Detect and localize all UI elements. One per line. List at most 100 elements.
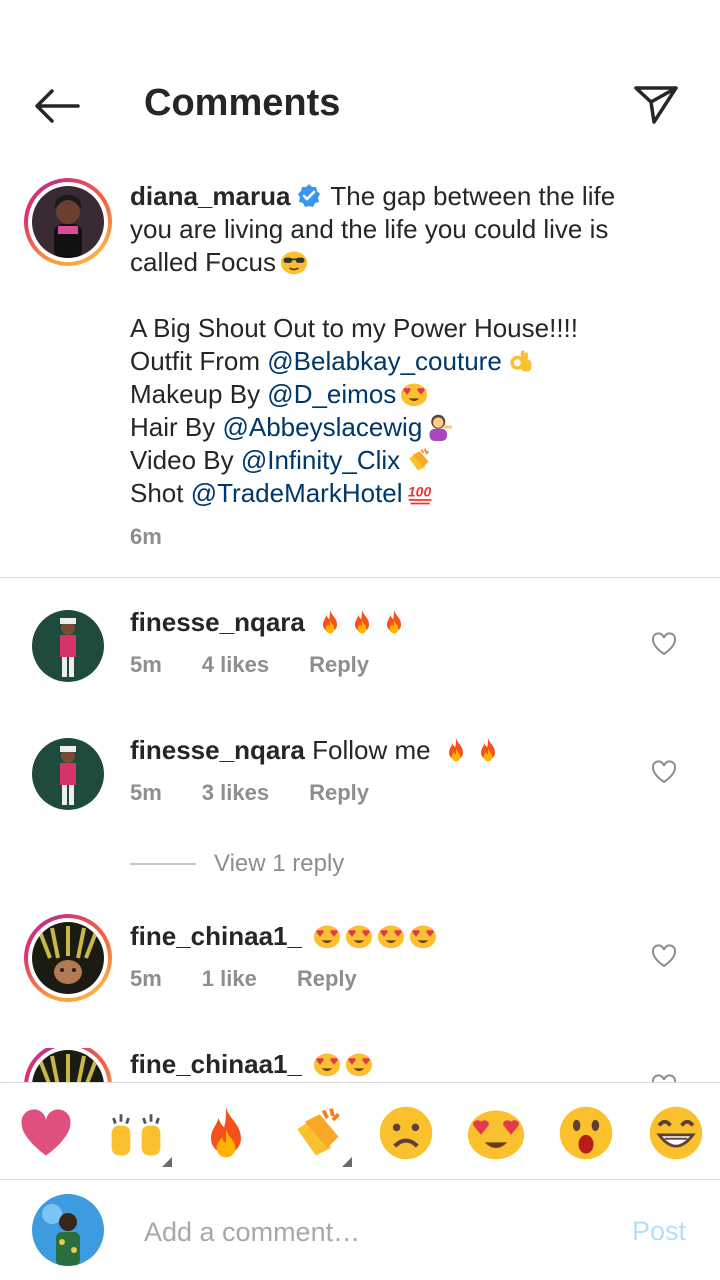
comment-username[interactable]: fine_chinaa1_ — [130, 921, 302, 951]
heart-eyes-emoji-icon — [345, 1050, 373, 1078]
share-button[interactable] — [630, 80, 682, 128]
caption-divider — [0, 577, 720, 578]
comment-item: finesse_nqara 5m 4 likes Reply — [0, 606, 720, 716]
fire-emoji-icon — [348, 608, 376, 636]
comment-likes[interactable]: 4 likes — [202, 652, 269, 678]
comment-item: finesse_nqara Follow me 5m 3 likes Reply — [0, 734, 720, 844]
laughing-face-emoji-icon — [646, 1103, 706, 1163]
skin-tone-indicator — [342, 1157, 352, 1167]
comment-time: 5m — [130, 780, 162, 805]
fire-emoji-icon — [474, 736, 502, 764]
fire-emoji-icon — [316, 608, 344, 636]
like-heart-icon[interactable] — [650, 1072, 678, 1082]
heart-emoji-button[interactable] — [16, 1103, 76, 1163]
sunglasses-emoji-icon — [280, 248, 308, 276]
makeup-label: Makeup By — [130, 379, 268, 409]
commenter-avatar-image — [32, 922, 104, 994]
caption-line-2: you are living and the life you could li… — [130, 214, 609, 244]
caption-timestamp: 6m — [130, 524, 162, 549]
caption-shout: A Big Shout Out to my Power House!!!! — [130, 313, 578, 343]
reply-button[interactable]: Reply — [309, 652, 369, 678]
heart-eyes-emoji-icon — [345, 922, 373, 950]
author-avatar-image — [32, 186, 104, 258]
hundred-points-emoji-icon — [407, 479, 435, 507]
comment-username[interactable]: finesse_nqara — [130, 735, 305, 765]
comment-username[interactable]: finesse_nqara — [130, 607, 305, 637]
paper-plane-icon — [634, 86, 678, 124]
mention-trademarkhotel[interactable]: @TradeMarkHotel — [191, 478, 403, 508]
laughing-face-emoji-button[interactable] — [646, 1103, 706, 1163]
skin-tone-indicator — [162, 1157, 172, 1167]
reply-button[interactable]: Reply — [309, 780, 369, 806]
woman-tipping-hand-emoji-icon — [426, 413, 454, 441]
comment-input[interactable] — [144, 1210, 604, 1254]
caption-line-3: called Focus — [130, 247, 276, 277]
commenter-avatar[interactable] — [24, 1048, 112, 1082]
current-user-avatar-image — [32, 1194, 104, 1266]
emoji-reaction-bar — [0, 1082, 720, 1180]
reply-button[interactable]: Reply — [297, 966, 357, 992]
comment-item: fine_chinaa1_ — [0, 1048, 720, 1082]
page-title: Comments — [144, 82, 341, 124]
caption-text: diana_marua The gap between the life you … — [130, 180, 690, 510]
like-heart-icon[interactable] — [650, 758, 678, 786]
heart-eyes-emoji-icon — [409, 922, 437, 950]
clapping-emoji-icon — [404, 446, 432, 474]
hair-label: Hair By — [130, 412, 223, 442]
clapping-emoji-button[interactable] — [286, 1103, 352, 1167]
commenter-avatar-image — [32, 1050, 104, 1082]
view-replies-label: View 1 reply — [214, 850, 345, 877]
surprised-face-emoji-icon — [556, 1103, 616, 1163]
verified-badge-icon — [298, 184, 321, 207]
view-replies-button[interactable]: View 1 reply — [130, 850, 344, 878]
comment-item: fine_chinaa1_ 5m 1 like Reply — [0, 914, 720, 1030]
commenter-avatar-image — [32, 738, 104, 810]
heart-eyes-emoji-button[interactable] — [466, 1103, 526, 1163]
frowning-face-emoji-icon — [376, 1103, 436, 1163]
like-heart-icon[interactable] — [650, 942, 678, 970]
view-replies-line — [130, 863, 196, 865]
heart-eyes-emoji-icon — [377, 922, 405, 950]
author-avatar[interactable] — [24, 178, 112, 266]
clapping-emoji-icon — [286, 1103, 346, 1163]
mention-d-eimos[interactable]: @D_eimos — [267, 379, 396, 409]
video-label: Video By — [130, 445, 241, 475]
comment-likes[interactable]: 3 likes — [202, 780, 269, 806]
mention-abbeyslacewig[interactable]: @Abbeyslacewig — [222, 412, 422, 442]
heart-eyes-emoji-icon — [313, 922, 341, 950]
ok-hand-emoji-icon — [506, 347, 534, 375]
commenter-avatar-image — [32, 610, 104, 682]
back-button[interactable] — [30, 84, 82, 128]
fire-emoji-button[interactable] — [196, 1103, 256, 1163]
comment-time: 5m — [130, 966, 162, 991]
comment-time: 5m — [130, 652, 162, 677]
mention-infinity-clix[interactable]: @Infinity_Clix — [241, 445, 400, 475]
commenter-avatar[interactable] — [24, 914, 112, 1002]
raised-hands-emoji-icon — [106, 1103, 166, 1163]
comment-username[interactable]: fine_chinaa1_ — [130, 1049, 302, 1079]
frowning-face-emoji-button[interactable] — [376, 1103, 436, 1163]
like-heart-icon[interactable] — [650, 630, 678, 658]
post-button[interactable]: Post — [632, 1216, 686, 1247]
shot-label: Shot — [130, 478, 191, 508]
commenter-avatar[interactable] — [32, 738, 104, 810]
mention-belabkay[interactable]: @Belabkay_couture — [267, 346, 502, 376]
heart-eyes-emoji-icon — [400, 380, 428, 408]
outfit-label: Outfit From — [130, 346, 268, 376]
header: Comments — [0, 0, 720, 170]
current-user-avatar — [32, 1194, 104, 1266]
author-username[interactable]: diana_marua — [130, 181, 290, 211]
comment-composer: Post — [0, 1180, 720, 1280]
commenter-avatar[interactable] — [32, 610, 104, 682]
caption-line-1: The gap between the life — [330, 181, 616, 211]
comment-text: Follow me — [312, 735, 431, 765]
heart-emoji-icon — [16, 1103, 76, 1163]
heart-eyes-emoji-icon — [466, 1103, 526, 1163]
heart-eyes-emoji-icon — [313, 1050, 341, 1078]
arrow-left-icon — [35, 89, 80, 123]
comment-likes[interactable]: 1 like — [202, 966, 257, 992]
raised-hands-emoji-button[interactable] — [106, 1103, 172, 1167]
fire-emoji-icon — [196, 1103, 256, 1163]
surprised-face-emoji-button[interactable] — [556, 1103, 616, 1163]
fire-emoji-icon — [442, 736, 470, 764]
